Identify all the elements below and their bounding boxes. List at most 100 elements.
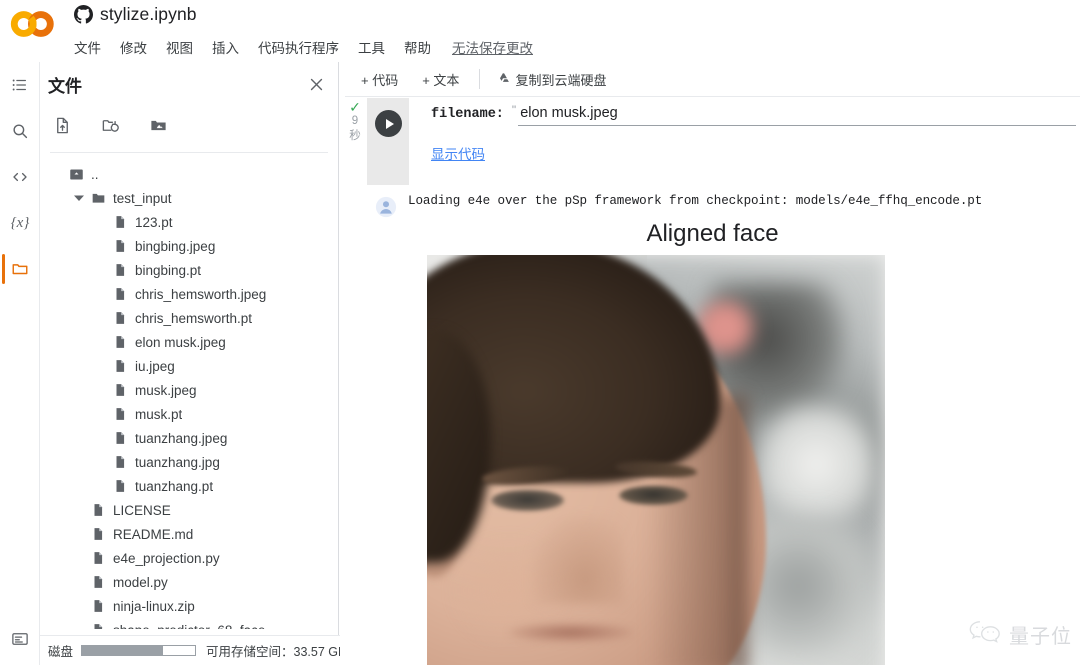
file-tree-label: test_input bbox=[113, 190, 172, 206]
file-tree-file[interactable]: LICENSE bbox=[40, 498, 338, 522]
filename-field-wrapper[interactable] bbox=[518, 104, 1076, 126]
file-icon bbox=[110, 382, 130, 398]
filename-input[interactable] bbox=[520, 105, 1076, 121]
document-title-row[interactable]: stylize.ipynb bbox=[74, 4, 197, 25]
file-tree-label: LICENSE bbox=[113, 502, 171, 518]
chevron-down-icon[interactable] bbox=[70, 194, 88, 202]
file-tree-file[interactable]: e4e_projection.py bbox=[40, 546, 338, 570]
file-tree-parent-link[interactable]: .. bbox=[40, 162, 338, 186]
page-title: stylize.ipynb bbox=[100, 4, 197, 24]
menu-tools[interactable]: 工具 bbox=[356, 36, 387, 58]
file-icon bbox=[110, 406, 130, 422]
wechat-icon bbox=[968, 618, 1002, 650]
file-tree-file[interactable]: musk.jpeg bbox=[40, 378, 338, 402]
top-bar: stylize.ipynb 文件 修改 视图 插入 代码执行程序 工具 帮助 无… bbox=[0, 0, 1080, 62]
variables-icon: {x} bbox=[10, 214, 30, 231]
file-tree-file[interactable]: tuanzhang.jpeg bbox=[40, 426, 338, 450]
mount-drive-icon bbox=[148, 116, 169, 140]
file-icon bbox=[110, 310, 130, 326]
menu-help[interactable]: 帮助 bbox=[402, 36, 433, 58]
copy-to-drive-button[interactable]: 复制到云端硬盘 bbox=[488, 66, 614, 93]
file-tree-file[interactable]: elon musk.jpeg bbox=[40, 330, 338, 354]
notebook-cell: ✓ 9 秒 filename: " 显示代码 bbox=[345, 98, 1080, 665]
menu-runtime[interactable]: 代码执行程序 bbox=[256, 36, 341, 58]
file-tree-file[interactable]: tuanzhang.jpg bbox=[40, 450, 338, 474]
save-status[interactable]: 无法保存更改 bbox=[452, 37, 533, 57]
file-tree-label: tuanzhang.jpeg bbox=[135, 430, 228, 446]
file-tree-label: bingbing.pt bbox=[135, 262, 202, 278]
notebook-area: + 代码 + 文本 复制到云端硬盘 ✓ 9 秒 filename: " elon… bbox=[340, 62, 1080, 665]
file-tree-file[interactable]: README.md bbox=[40, 522, 338, 546]
rail-files[interactable] bbox=[0, 246, 40, 292]
refresh-files[interactable] bbox=[96, 114, 124, 142]
file-tree-file[interactable]: chris_hemsworth.pt bbox=[40, 306, 338, 330]
show-code-link[interactable]: 显示代码 bbox=[431, 143, 485, 163]
file-tree-file[interactable]: iu.jpeg bbox=[40, 354, 338, 378]
file-tree-label: musk.pt bbox=[135, 406, 183, 422]
upload-file-icon bbox=[53, 116, 72, 140]
mount-google-drive[interactable] bbox=[144, 114, 172, 142]
drive-icon bbox=[496, 71, 511, 88]
file-icon bbox=[88, 574, 108, 590]
file-tree-file[interactable]: model.py bbox=[40, 570, 338, 594]
watermark-text: 量子位 bbox=[1009, 625, 1072, 648]
file-tree[interactable]: .. test_input 123.pt bingbing.jpeg bingbing.… bbox=[40, 156, 338, 629]
rail-terminal[interactable] bbox=[0, 630, 40, 653]
file-tree-file[interactable]: chris_hemsworth.jpeg bbox=[40, 282, 338, 306]
add-code-cell-button[interactable]: + 代码 bbox=[353, 66, 406, 93]
file-icon bbox=[88, 526, 108, 542]
run-cell-button[interactable] bbox=[375, 110, 402, 137]
file-tree-label: README.md bbox=[113, 526, 194, 542]
aligned-face-photo bbox=[427, 255, 885, 665]
rail-toc[interactable] bbox=[0, 62, 40, 108]
file-tree-file[interactable]: bingbing.pt bbox=[40, 258, 338, 282]
file-tree-folder[interactable]: test_input bbox=[40, 186, 338, 210]
disk-label: 磁盘 bbox=[48, 645, 74, 659]
file-icon bbox=[110, 454, 130, 470]
file-icon bbox=[88, 598, 108, 614]
menu-view[interactable]: 视图 bbox=[164, 36, 195, 58]
files-panel-header: 文件 bbox=[40, 62, 338, 108]
refresh-folder-icon bbox=[100, 116, 121, 140]
person-icon bbox=[375, 196, 397, 218]
folder-icon bbox=[88, 191, 108, 205]
file-tree-label: iu.jpeg bbox=[135, 358, 175, 374]
close-icon[interactable] bbox=[304, 72, 328, 96]
menu-edit[interactable]: 修改 bbox=[118, 36, 149, 58]
rail-code-snippets[interactable] bbox=[0, 154, 40, 200]
filename-label: filename: bbox=[431, 107, 504, 122]
github-icon bbox=[74, 5, 93, 24]
file-tree-label: model.py bbox=[113, 574, 168, 590]
menu-file[interactable]: 文件 bbox=[72, 36, 103, 58]
colab-logo bbox=[10, 9, 58, 39]
watermark: 量子位 bbox=[968, 618, 1072, 650]
rail-search[interactable] bbox=[0, 108, 40, 154]
file-tree-label: .. bbox=[91, 166, 99, 182]
rail-variables[interactable]: {x} bbox=[0, 200, 40, 246]
stdout-text: Loading e4e over the pSp framework from … bbox=[408, 194, 983, 208]
file-icon bbox=[88, 550, 108, 566]
output-image-heading: Aligned face bbox=[646, 220, 779, 247]
file-tree-file[interactable]: tuanzhang.pt bbox=[40, 474, 338, 498]
file-tree-file[interactable]: ninja-linux.zip bbox=[40, 594, 338, 618]
file-tree-label: musk.jpeg bbox=[135, 382, 197, 398]
file-tree-file[interactable]: musk.pt bbox=[40, 402, 338, 426]
menu-insert[interactable]: 插入 bbox=[210, 36, 241, 58]
copy-to-drive-label: 复制到云端硬盘 bbox=[515, 72, 607, 88]
file-tree-file[interactable]: 123.pt bbox=[40, 210, 338, 234]
files-panel: 文件 .. test_input 123.pt bingbing.jpeg bi… bbox=[40, 62, 339, 665]
colab-window: stylize.ipynb 文件 修改 视图 插入 代码执行程序 工具 帮助 无… bbox=[0, 0, 1080, 665]
file-icon bbox=[110, 478, 130, 494]
add-text-cell-button[interactable]: + 文本 bbox=[414, 66, 467, 93]
run-success-check: ✓ bbox=[349, 99, 361, 115]
file-tree-file[interactable]: shape_predictor_68_face_... bbox=[40, 618, 338, 629]
menu-bar: 文件 修改 视图 插入 代码执行程序 工具 帮助 无法保存更改 bbox=[72, 36, 533, 58]
file-tree-file[interactable]: bingbing.jpeg bbox=[40, 234, 338, 258]
file-tree-label: chris_hemsworth.jpeg bbox=[135, 286, 267, 302]
add-code-label: + 代码 bbox=[361, 72, 399, 88]
form-field-row: filename: " bbox=[431, 103, 1076, 126]
file-tree-label: elon musk.jpeg bbox=[135, 334, 226, 350]
file-tree-label: bingbing.jpeg bbox=[135, 238, 216, 254]
file-icon bbox=[88, 502, 108, 518]
upload-to-session-storage[interactable] bbox=[48, 114, 76, 142]
